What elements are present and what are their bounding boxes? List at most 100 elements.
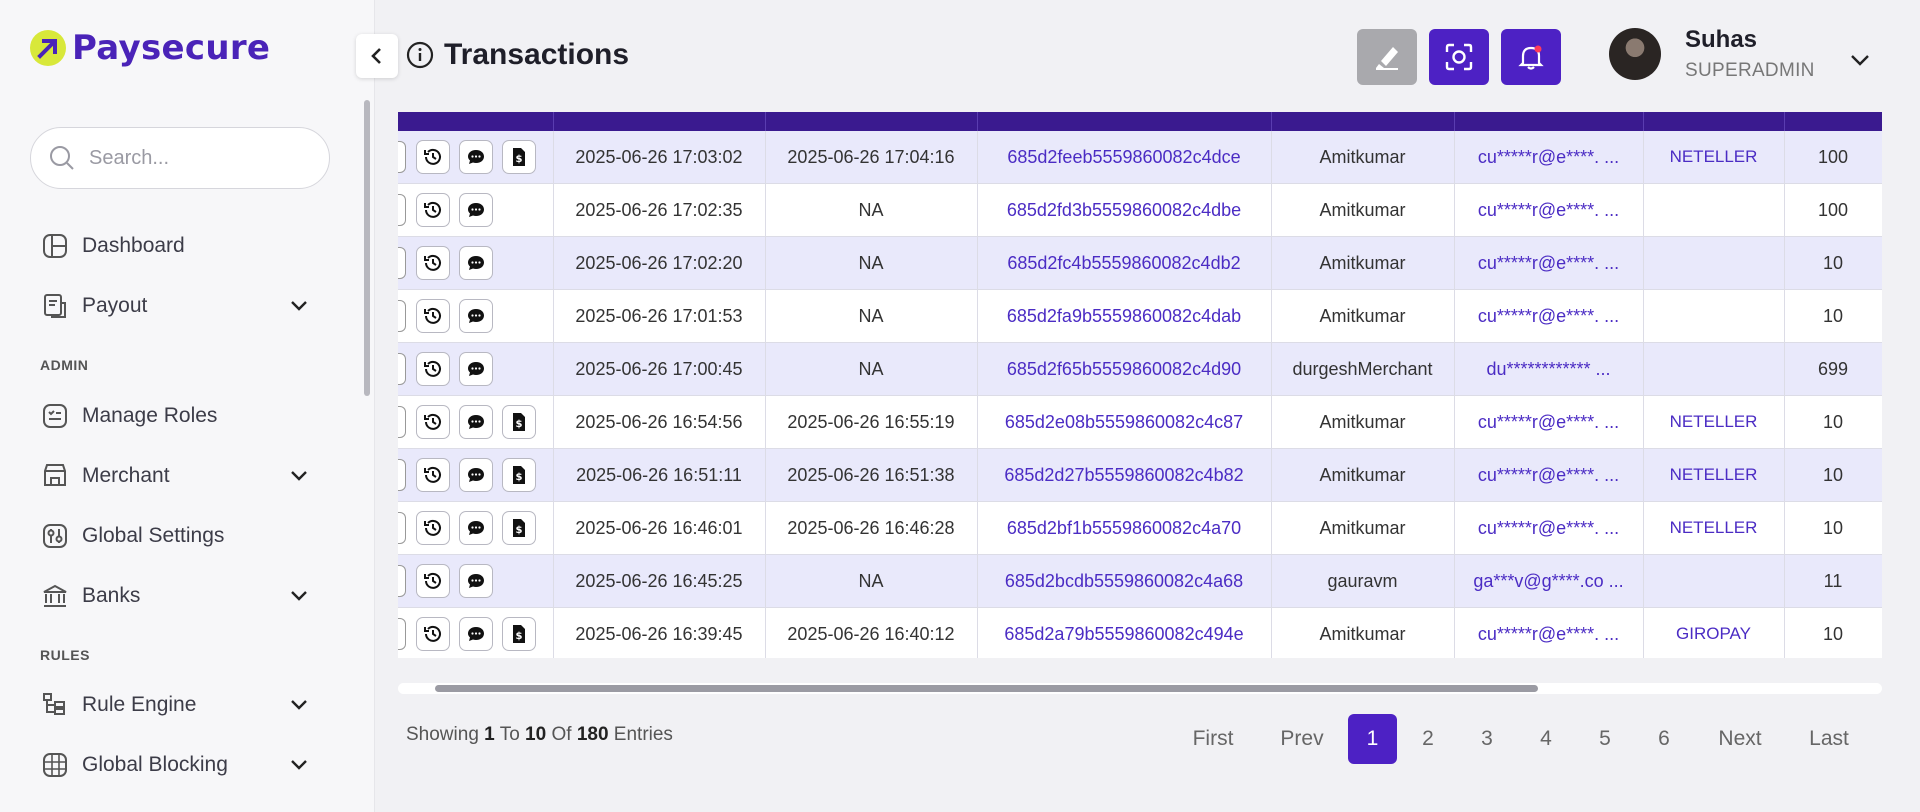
transaction-id-link[interactable]: 685d2fd3b5559860082c4dbe xyxy=(977,183,1272,237)
transaction-id-link[interactable]: 685d2d27b5559860082c4b82 xyxy=(977,448,1272,502)
pagination-prev[interactable]: Prev xyxy=(1268,714,1336,764)
history-icon[interactable] xyxy=(416,140,450,174)
sidebar-scrollbar[interactable] xyxy=(364,100,370,396)
table-row[interactable]: $2025-06-26 16:51:11 2025-06-26 16:51:38 6… xyxy=(398,448,1882,502)
transaction-id-link[interactable]: 685d2a79b5559860082c494e xyxy=(977,607,1272,658)
customer-email-link[interactable]: cu*****r@e****. ... xyxy=(1454,289,1644,343)
customer-email-link[interactable]: ga***v@g****.co ... xyxy=(1454,554,1644,608)
row-action-button[interactable] xyxy=(398,512,406,544)
pagination-last[interactable]: Last xyxy=(1802,714,1856,764)
customer-email-link[interactable]: cu*****r@e****. ... xyxy=(1454,395,1644,449)
customer-email-link[interactable]: cu*****r@e****. ... xyxy=(1454,236,1644,290)
row-action-button[interactable] xyxy=(398,618,406,650)
history-icon[interactable] xyxy=(416,193,450,227)
table-row[interactable]: 2025-06-26 17:01:53 NA 685d2fa9b5559860082… xyxy=(398,289,1882,343)
comment-icon[interactable] xyxy=(459,352,493,386)
transaction-id-link[interactable]: 685d2fa9b5559860082c4dab xyxy=(977,289,1272,343)
comment-icon[interactable] xyxy=(459,564,493,598)
comment-icon[interactable] xyxy=(459,617,493,651)
pagination-page-1[interactable]: 1 xyxy=(1348,714,1397,764)
customer-email-link[interactable]: cu*****r@e****. ... xyxy=(1454,183,1644,237)
row-action-button[interactable] xyxy=(398,247,406,279)
transaction-id-link[interactable]: 685d2f65b5559860082c4d90 xyxy=(977,342,1272,396)
history-icon[interactable] xyxy=(416,511,450,545)
receipt-icon[interactable]: $ xyxy=(502,458,536,492)
transaction-id-link[interactable]: 685d2fc4b5559860082c4db2 xyxy=(977,236,1272,290)
table-row[interactable]: 2025-06-26 17:02:35 NA 685d2fd3b5559860082… xyxy=(398,183,1882,237)
section-rules: RULES xyxy=(40,647,90,663)
comment-icon[interactable] xyxy=(459,140,493,174)
search-input[interactable] xyxy=(89,146,289,170)
history-icon[interactable] xyxy=(416,458,450,492)
search-box[interactable] xyxy=(30,127,330,189)
payment-method-cell: NETELLER xyxy=(1643,448,1785,502)
user-menu[interactable]: Suhas SUPERADMIN xyxy=(1609,26,1815,82)
table-row[interactable]: 2025-06-26 17:00:45 NA 685d2f65b5559860082… xyxy=(398,342,1882,396)
row-action-button[interactable] xyxy=(398,141,406,173)
svg-text:$: $ xyxy=(516,419,523,430)
customer-email-link[interactable]: cu*****r@e****. ... xyxy=(1454,131,1644,184)
sidebar-item-payout[interactable]: Payout xyxy=(40,286,310,326)
comment-icon[interactable] xyxy=(459,193,493,227)
clear-button[interactable] xyxy=(1357,29,1417,85)
comment-icon[interactable] xyxy=(459,458,493,492)
row-action-button[interactable] xyxy=(398,194,406,226)
sidebar-item-merchant[interactable]: Merchant xyxy=(40,456,310,496)
receipt-icon[interactable]: $ xyxy=(502,405,536,439)
transaction-id-link[interactable]: 685d2e08b5559860082c4c87 xyxy=(977,395,1272,449)
row-action-button[interactable] xyxy=(398,459,406,491)
customer-email-link[interactable]: cu*****r@e****. ... xyxy=(1454,448,1644,502)
comment-icon[interactable] xyxy=(459,511,493,545)
chevron-down-icon[interactable] xyxy=(1848,48,1872,72)
table-row[interactable]: $2025-06-26 16:39:45 2025-06-26 16:40:12 6… xyxy=(398,607,1882,658)
table-row[interactable]: 2025-06-26 17:02:20 NA 685d2fc4b5559860082… xyxy=(398,236,1882,290)
pagination-page-5[interactable]: 5 xyxy=(1589,714,1621,764)
row-action-button[interactable] xyxy=(398,353,406,385)
pagination-page-6[interactable]: 6 xyxy=(1648,714,1680,764)
table-row[interactable]: $2025-06-26 17:03:02 2025-06-26 17:04:16 6… xyxy=(398,131,1882,184)
history-icon[interactable] xyxy=(416,299,450,333)
row-action-button[interactable] xyxy=(398,565,406,597)
pagination-next[interactable]: Next xyxy=(1712,714,1768,764)
history-icon[interactable] xyxy=(416,352,450,386)
pagination-page-4[interactable]: 4 xyxy=(1530,714,1562,764)
horizontal-scrollbar-thumb[interactable] xyxy=(435,685,1538,692)
transaction-id-link[interactable]: 685d2feeb5559860082c4dce xyxy=(977,131,1272,184)
entries-label: Entries xyxy=(613,724,673,745)
sidebar-item-global-blocking[interactable]: Global Blocking xyxy=(40,745,310,785)
comment-icon[interactable] xyxy=(459,246,493,280)
history-icon[interactable] xyxy=(416,246,450,280)
history-icon[interactable] xyxy=(416,617,450,651)
row-action-button[interactable] xyxy=(398,300,406,332)
comment-icon[interactable] xyxy=(459,405,493,439)
table-row[interactable]: 2025-06-26 16:45:25 NA 685d2bcdb5559860082… xyxy=(398,554,1882,608)
comment-icon[interactable] xyxy=(459,299,493,333)
table-row[interactable]: $2025-06-26 16:54:56 2025-06-26 16:55:19 6… xyxy=(398,395,1882,449)
brand-logo[interactable]: Paysecure xyxy=(30,28,270,68)
pagination-page-2[interactable]: 2 xyxy=(1412,714,1444,764)
sidebar-item-banks[interactable]: Banks xyxy=(40,576,310,616)
scan-button[interactable] xyxy=(1429,29,1489,85)
notifications-button[interactable] xyxy=(1501,29,1561,85)
customer-email-link[interactable]: cu*****r@e****. ... xyxy=(1454,501,1644,555)
row-action-button[interactable] xyxy=(398,406,406,438)
sidebar-item-rule-engine[interactable]: Rule Engine xyxy=(40,685,310,725)
receipt-icon[interactable]: $ xyxy=(502,617,536,651)
transaction-id-link[interactable]: 685d2bcdb5559860082c4a68 xyxy=(977,554,1272,608)
sidebar-item-dashboard[interactable]: Dashboard xyxy=(40,226,310,266)
sidebar-item-label: Banks xyxy=(82,584,141,607)
sidebar-item-manage-roles[interactable]: Manage Roles xyxy=(40,396,310,436)
customer-email-link[interactable]: du************ ... xyxy=(1454,342,1644,396)
table-row[interactable]: $2025-06-26 16:46:01 2025-06-26 16:46:28 6… xyxy=(398,501,1882,555)
history-icon[interactable] xyxy=(416,405,450,439)
info-icon[interactable] xyxy=(406,41,434,69)
collapse-sidebar-button[interactable] xyxy=(356,34,398,78)
sidebar-item-global-settings[interactable]: Global Settings xyxy=(40,516,310,556)
pagination-page-3[interactable]: 3 xyxy=(1471,714,1503,764)
transaction-id-link[interactable]: 685d2bf1b5559860082c4a70 xyxy=(977,501,1272,555)
receipt-icon[interactable]: $ xyxy=(502,140,536,174)
pagination-first[interactable]: First xyxy=(1180,714,1246,764)
receipt-icon[interactable]: $ xyxy=(502,511,536,545)
customer-email-link[interactable]: cu*****r@e****. ... xyxy=(1454,607,1644,658)
history-icon[interactable] xyxy=(416,564,450,598)
